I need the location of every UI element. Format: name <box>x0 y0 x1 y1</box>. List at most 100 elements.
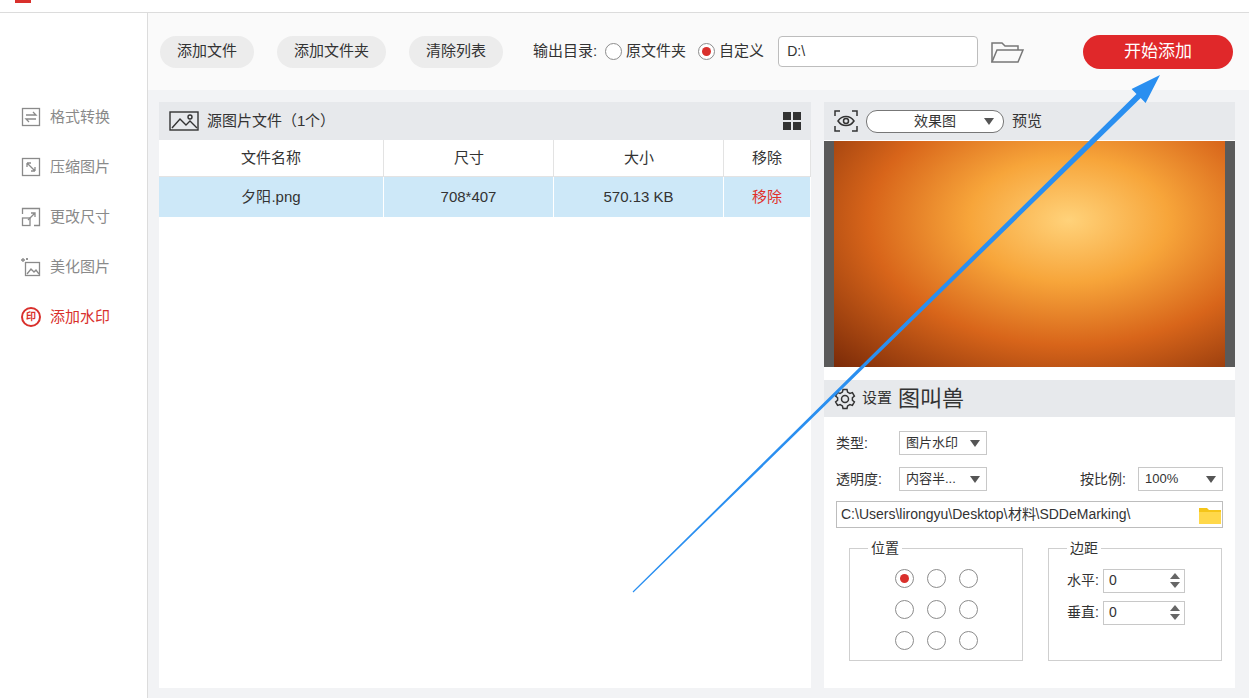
annotation-arrow-icon <box>0 0 1249 698</box>
settings-form: 类型:图片水印透明度:内容半...按比例:100%C:\Users\lirong… <box>824 417 1235 661</box>
group-title: 边距 <box>1067 540 1101 557</box>
spinner-arrows[interactable] <box>1170 605 1180 620</box>
resize-icon <box>21 207 41 227</box>
gear-icon <box>834 388 856 410</box>
settings-header: 设置图叫兽 <box>824 380 1235 417</box>
beautify-icon <box>21 257 41 277</box>
sidebar-item[interactable]: 印添加水印 <box>0 292 147 342</box>
preview-image <box>824 141 1235 367</box>
toolbar: 添加文件添加文件夹清除列表 输出目录: 原文件夹 自定义 D:\ 开始添加 <box>148 13 1249 90</box>
dropdown-caret-icon <box>970 440 980 447</box>
sidebar-label: 添加水印 <box>50 306 110 329</box>
toolbar-button[interactable]: 清除列表 <box>409 36 503 68</box>
dropdown-caret-icon <box>984 118 994 125</box>
field-label: 垂直: <box>1067 602 1099 623</box>
radio-button[interactable] <box>959 569 978 588</box>
eye-icon <box>834 110 858 132</box>
title-strip <box>0 0 1249 13</box>
grid-view-icon <box>783 112 801 130</box>
output-label: 输出目录: <box>533 40 597 63</box>
folder-icon[interactable] <box>1198 505 1222 525</box>
sidebar-item[interactable]: 格式转换 <box>0 92 147 142</box>
content-area: 源图片文件（1个）文件名称尺寸大小移除夕阳.png708*407570.13 K… <box>148 90 1249 698</box>
settings-title: 设置 <box>862 387 892 410</box>
dropdown[interactable]: 图片水印 <box>899 431 987 455</box>
radio-button[interactable] <box>927 600 946 619</box>
column-header: 文件名称 <box>159 140 384 177</box>
opacity-row: 透明度:内容半...按比例:100% <box>836 465 1223 493</box>
position-group: 位置 <box>849 540 1023 661</box>
radio-button[interactable] <box>927 569 946 588</box>
app-body: 格式转换压缩图片更改尺寸美化图片印添加水印添加文件添加文件夹清除列表输出目录:原… <box>0 13 1249 698</box>
dropdown-value: 100% <box>1145 469 1178 489</box>
sidebar-label: 更改尺寸 <box>50 206 110 229</box>
margin-spinner[interactable]: 0 <box>1103 569 1185 593</box>
group-row: 位置边距水平:0垂直:0 <box>836 540 1223 661</box>
radio-button[interactable] <box>959 600 978 619</box>
convert-icon <box>21 107 41 127</box>
margin-row: 垂直: 0 <box>1067 601 1211 625</box>
radio-button[interactable] <box>895 600 914 619</box>
start-button[interactable]: 开始添加 <box>1083 35 1233 69</box>
dropdown[interactable]: 内容半... <box>899 467 987 491</box>
compress-icon <box>21 157 41 177</box>
option-label: 自定义 <box>719 40 764 63</box>
sidebar: 格式转换压缩图片更改尺寸美化图片印添加水印 <box>0 13 148 698</box>
up-arrow-icon[interactable] <box>1170 573 1180 579</box>
settings-name: 图叫兽 <box>898 382 964 415</box>
toolbar-button[interactable]: 添加文件 <box>160 36 254 68</box>
radio-button[interactable] <box>959 631 978 650</box>
margin-spinner[interactable]: 0 <box>1103 601 1185 625</box>
sidebar-label: 美化图片 <box>50 256 110 279</box>
dropdown[interactable]: 100% <box>1138 467 1223 491</box>
up-arrow-icon[interactable] <box>1170 605 1180 611</box>
field-label: 类型: <box>836 433 899 454</box>
sidebar-item[interactable]: 压缩图片 <box>0 142 147 192</box>
option-label: 原文件夹 <box>626 40 686 63</box>
position-grid <box>860 563 1012 650</box>
down-arrow-icon[interactable] <box>1170 614 1180 620</box>
file-table: 文件名称尺寸大小移除夕阳.png708*407570.13 KB移除 <box>159 140 811 217</box>
table-cell: 708*407 <box>384 177 554 217</box>
group-title: 位置 <box>868 540 902 557</box>
spacer <box>824 367 1235 380</box>
output-option[interactable]: 原文件夹 <box>605 40 686 63</box>
file-panel-header: 源图片文件（1个） <box>159 102 811 140</box>
sidebar-item[interactable]: 更改尺寸 <box>0 192 147 242</box>
preview-header: 效果图预览 <box>824 102 1235 140</box>
field-label: 水平: <box>1067 570 1099 591</box>
spinner-arrows[interactable] <box>1170 573 1180 588</box>
table-cell: 夕阳.png <box>159 177 384 217</box>
toolbar-button[interactable]: 添加文件夹 <box>277 36 386 68</box>
sidebar-label: 压缩图片 <box>50 156 110 179</box>
table-cell: 570.13 KB <box>554 177 724 217</box>
dropdown-caret-icon <box>970 476 980 483</box>
field-label: 按比例: <box>1080 469 1126 490</box>
output-option[interactable]: 自定义 <box>698 40 764 63</box>
margin-group: 边距水平:0垂直:0 <box>1048 540 1222 661</box>
scale-group: 按比例: 100% <box>1080 467 1223 491</box>
type-row: 类型:图片水印 <box>836 429 1223 457</box>
radio-button[interactable] <box>895 631 914 650</box>
column-header: 大小 <box>554 140 724 177</box>
remove-link[interactable]: 移除 <box>752 186 782 209</box>
radio-button[interactable] <box>895 569 914 588</box>
radio-button[interactable] <box>605 43 622 60</box>
dropdown-value: 内容半... <box>906 469 956 489</box>
dropdown-caret-icon <box>1206 476 1216 483</box>
settings-panel: 效果图预览设置图叫兽类型:图片水印透明度:内容半...按比例:100%C:\Us… <box>824 102 1235 688</box>
sidebar-item[interactable]: 美化图片 <box>0 242 147 292</box>
folder-icon[interactable] <box>990 40 1024 64</box>
column-header: 移除 <box>724 140 811 177</box>
spinner-value: 0 <box>1109 602 1117 623</box>
radio-button[interactable] <box>698 43 715 60</box>
watermark-path-field[interactable]: C:\Users\lirongyu\Desktop\材料\SDDeMarking… <box>836 501 1223 528</box>
down-arrow-icon[interactable] <box>1170 582 1180 588</box>
radio-button[interactable] <box>927 631 946 650</box>
margin-row: 水平:0 <box>1067 569 1211 593</box>
app-logo-icon <box>15 0 31 3</box>
output-path-field[interactable]: D:\ <box>778 36 978 67</box>
file-panel: 源图片文件（1个）文件名称尺寸大小移除夕阳.png708*407570.13 K… <box>159 102 811 688</box>
preview-mode-dropdown[interactable]: 效果图 <box>866 110 1004 133</box>
watermark-icon: 印 <box>21 307 41 327</box>
